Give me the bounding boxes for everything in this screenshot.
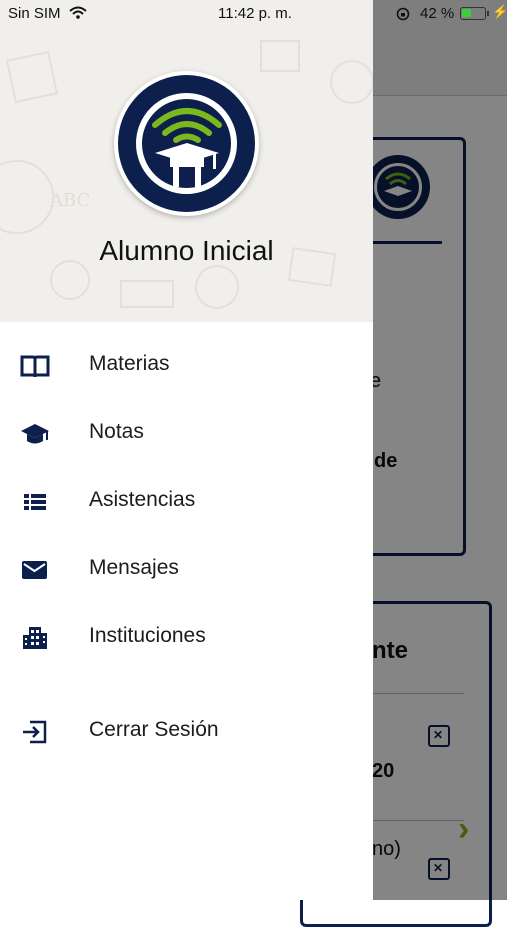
school-logo-avatar <box>114 71 259 216</box>
menu-label: Asistencias <box>89 488 196 511</box>
menu-item-notas[interactable]: Notas <box>0 404 373 464</box>
carrier-label: Sin SIM <box>8 5 87 22</box>
doodle-decoration <box>195 265 239 309</box>
profile-name: Alumno Inicial <box>99 235 274 266</box>
doodle-decoration <box>120 280 174 308</box>
menu-label: Mensajes <box>89 556 179 579</box>
doodle-decoration: ABC <box>50 190 91 211</box>
building-icon <box>23 627 47 649</box>
list-icon <box>24 494 46 510</box>
wifi-icon <box>69 6 87 19</box>
battery-icon <box>460 7 486 20</box>
graduation-cap-icon <box>21 424 49 444</box>
clock: 11:42 p. m. <box>218 5 292 22</box>
doodle-decoration <box>330 60 373 104</box>
menu-item-materias[interactable]: Materias <box>0 336 373 396</box>
menu-item-cerrar-sesion[interactable]: Cerrar Sesión <box>0 702 373 762</box>
battery-tip <box>487 11 489 16</box>
doodle-decoration <box>260 40 300 72</box>
menu-label: Notas <box>89 420 144 443</box>
doodle-decoration <box>0 160 54 234</box>
menu-label: Materias <box>89 352 170 375</box>
book-icon <box>20 355 50 378</box>
menu-item-asistencias[interactable]: Asistencias <box>0 472 373 532</box>
menu-label: Cerrar Sesión <box>89 718 219 741</box>
navigation-drawer: ABC Alumno Inicial Materias Notas Asiste… <box>0 0 373 900</box>
mail-icon <box>22 561 47 579</box>
menu-label: Instituciones <box>89 624 206 647</box>
status-bar: Sin SIM 11:42 p. m. 42 % ⚡ <box>0 0 507 28</box>
menu-item-instituciones[interactable]: Instituciones <box>0 608 373 668</box>
rotation-lock-icon <box>396 7 410 21</box>
wifi-graduation-cap-icon <box>152 108 222 187</box>
charging-bolt-icon: ⚡ <box>492 4 507 19</box>
doodle-decoration <box>5 50 59 104</box>
battery-percent: 42 % <box>420 5 455 22</box>
menu-item-mensajes[interactable]: Mensajes <box>0 540 373 600</box>
logout-icon <box>23 720 47 744</box>
